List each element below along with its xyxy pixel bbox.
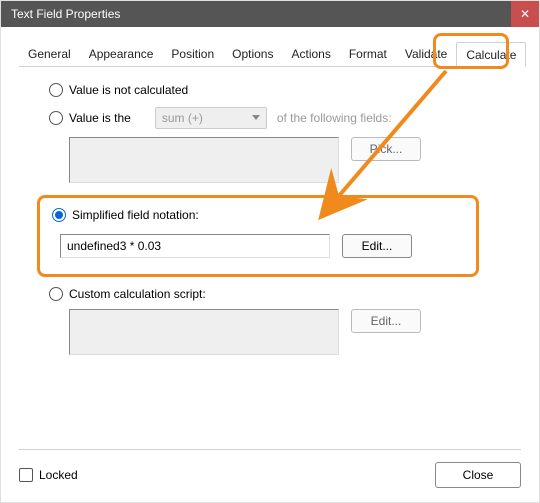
sfn-expression-box[interactable]: undefined3 * 0.03 [60,234,330,258]
script-row: Edit... [69,309,511,355]
tab-general[interactable]: General [19,42,80,67]
tab-validate[interactable]: Validate [396,42,456,67]
tab-calculate[interactable]: Calculate [456,42,526,67]
label-value-is-prefix: Value is the [69,111,131,125]
calculate-panel: Value is not calculated Value is the sum… [19,67,521,371]
script-box [69,309,339,355]
pick-button: Pick... [351,137,421,161]
tab-options[interactable]: Options [223,42,282,67]
label-not-calculated: Value is not calculated [69,83,188,97]
tab-actions[interactable]: Actions [282,42,339,67]
option-sfn-row: Simplified field notation: [52,208,464,222]
annotation-highlight-sfn: Simplified field notation: undefined3 * … [37,195,479,277]
radio-script[interactable] [49,287,63,301]
operation-select-value: sum (+) [162,111,203,125]
option-value-is-row: Value is the sum (+) of the following fi… [49,107,511,129]
locked-row: Locked [19,468,78,482]
dialog-footer: Locked Close [19,449,521,488]
sfn-expr-row: undefined3 * 0.03 Edit... [60,234,464,258]
dialog-window: Text Field Properties ✕ General Appearan… [0,0,540,503]
titlebar: Text Field Properties ✕ [1,1,539,27]
operation-select: sum (+) [155,107,267,129]
label-sfn: Simplified field notation: [72,208,199,222]
radio-value-is[interactable] [49,111,63,125]
option-not-calculated-row: Value is not calculated [49,83,511,97]
tab-format[interactable]: Format [340,42,396,67]
label-value-is-suffix: of the following fields: [277,111,392,125]
locked-checkbox[interactable] [19,468,33,482]
script-edit-button: Edit... [351,309,421,333]
option-script-row: Custom calculation script: [49,287,511,301]
chevron-down-icon [252,115,260,120]
window-title: Text Field Properties [11,7,511,21]
tab-position[interactable]: Position [162,42,223,67]
sfn-edit-button[interactable]: Edit... [342,234,412,258]
close-button[interactable]: Close [435,462,521,488]
tab-appearance[interactable]: Appearance [80,42,163,67]
radio-not-calculated[interactable] [49,83,63,97]
radio-sfn[interactable] [52,208,66,222]
fields-list-row: Pick... [69,137,511,183]
close-icon[interactable]: ✕ [511,1,539,27]
dialog-content: General Appearance Position Options Acti… [1,27,539,383]
label-script: Custom calculation script: [69,287,206,301]
tab-bar: General Appearance Position Options Acti… [19,41,521,67]
locked-label: Locked [39,468,78,482]
fields-list-box [69,137,339,183]
